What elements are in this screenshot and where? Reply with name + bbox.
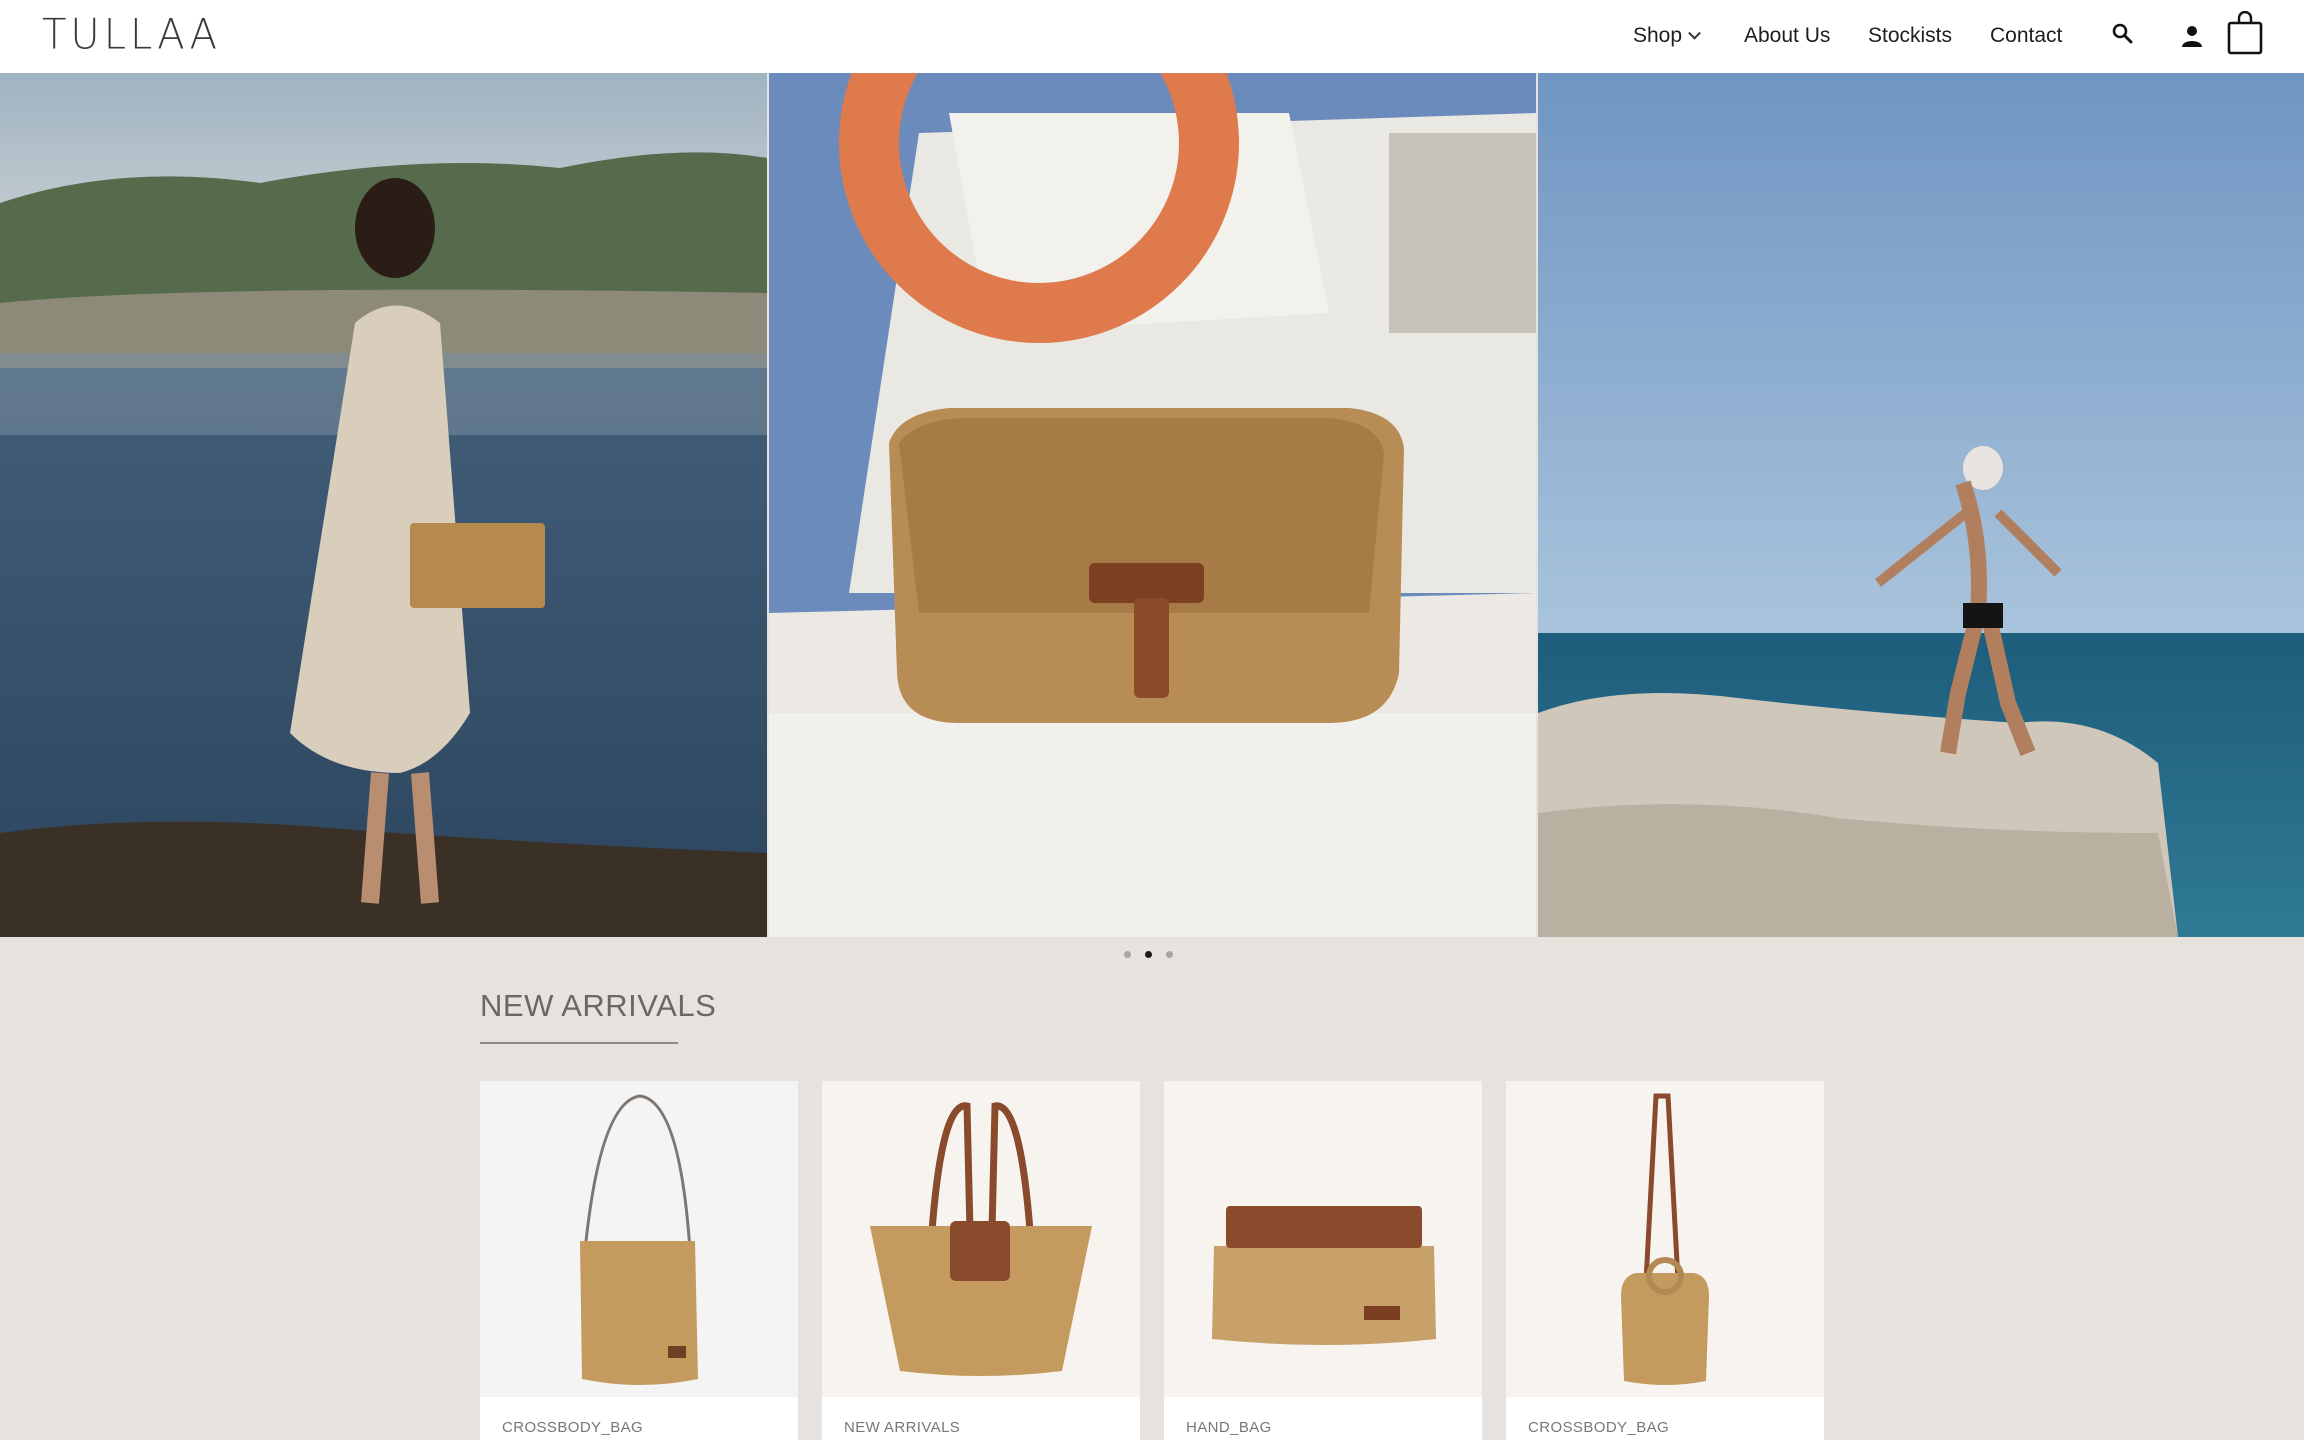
carousel-dot-1[interactable]	[1124, 951, 1131, 958]
product-category: NEW ARRIVALS	[844, 1419, 961, 1436]
carousel-pagination	[1124, 951, 1173, 958]
product-card[interactable]: HAND_BAG	[1164, 1081, 1482, 1440]
nav-shop-label: Shop	[1633, 24, 1683, 47]
product-image-clutch-bag[interactable]	[1164, 1081, 1482, 1397]
site-header: TULLAA Shop About Us Stockists Contact	[0, 0, 2304, 73]
product-card[interactable]: NEW ARRIVALS	[822, 1081, 1140, 1440]
nav-about-us[interactable]: About Us	[1744, 23, 1830, 49]
hero-image-bag-boat	[769, 73, 1536, 937]
hero-image-model-rock	[1538, 73, 2304, 937]
product-image-tote-bag[interactable]	[822, 1081, 1140, 1397]
product-category: CROSSBODY_BAG	[1528, 1419, 1670, 1436]
nav-contact[interactable]: Contact	[1990, 23, 2062, 49]
hero-carousel[interactable]	[0, 73, 2304, 937]
nav-stockists[interactable]: Stockists	[1868, 23, 1952, 49]
brand-logo[interactable]: TULLAA	[42, 9, 221, 62]
shopping-bag-icon[interactable]	[2227, 10, 2263, 55]
section-underline	[480, 1042, 678, 1044]
search-icon[interactable]	[2111, 22, 2135, 46]
product-image-bucket-bag[interactable]	[480, 1081, 798, 1397]
product-category: HAND_BAG	[1186, 1419, 1272, 1436]
carousel-dot-2[interactable]	[1145, 951, 1152, 958]
product-card[interactable]: CROSSBODY_BAG	[1506, 1081, 1824, 1440]
section-title-new-arrivals: NEW ARRIVALS	[480, 988, 717, 1023]
carousel-dot-3[interactable]	[1166, 951, 1173, 958]
product-card[interactable]: CROSSBODY_BAG	[480, 1081, 798, 1440]
nav-shop[interactable]: Shop	[1633, 23, 1701, 49]
user-icon[interactable]	[2180, 24, 2204, 48]
hero-image-model-lake	[0, 73, 767, 937]
product-category: CROSSBODY_BAG	[502, 1419, 644, 1436]
product-image-mini-crossbody-bag[interactable]	[1506, 1081, 1824, 1397]
chevron-down-icon	[1688, 26, 1701, 40]
